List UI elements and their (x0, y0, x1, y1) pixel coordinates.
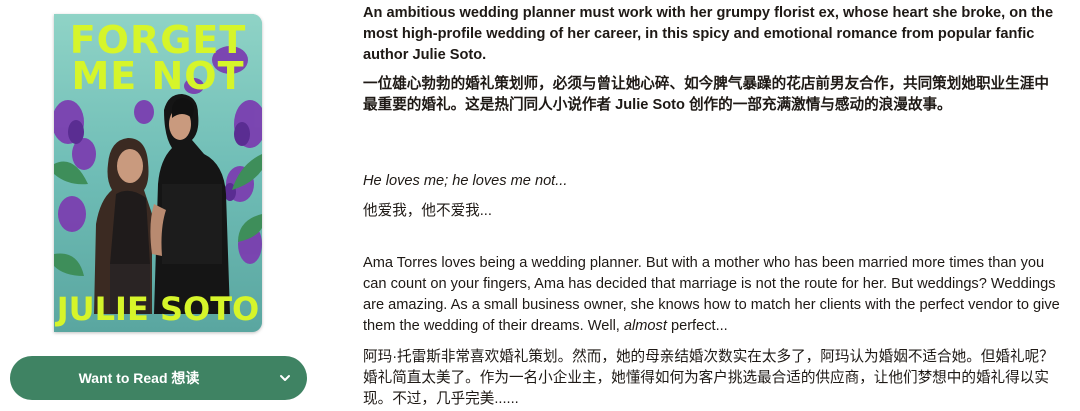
description-body-en: Ama Torres loves being a wedding planner… (363, 253, 1063, 337)
cover-author: JULIE SOTO (56, 290, 260, 328)
description-body-en-part2: perfect... (666, 318, 728, 334)
description-body-zh: 阿玛·托雷斯非常喜欢婚礼策划。然而，她的母亲结婚次数实在太多了，阿玛认为婚姻不适… (363, 349, 1054, 407)
description-tagline-zh: 他爱我，他不爱我... (363, 203, 492, 219)
want-to-read-label: Want to Read 想读 (78, 370, 200, 386)
book-cover[interactable]: FORGET ME NOT JULIE SOTO (54, 14, 262, 332)
description-intro-en: An ambitious wedding planner must work w… (363, 5, 1054, 63)
book-cover-column: FORGET ME NOT JULIE SOTO Want to Read 想读 (0, 0, 320, 411)
want-to-read-button[interactable]: Want to Read 想读 (10, 356, 307, 400)
description-intro-zh: 一位雄心勃勃的婚礼策划师，必须与曾让她心碎、如今脾气暴躁的花店前男友合作，共同策… (363, 76, 1049, 113)
chevron-down-icon[interactable] (277, 370, 293, 386)
cover-title: FORGET ME NOT (69, 18, 247, 98)
description-body-en-emphasis: almost (623, 318, 667, 334)
description-tagline-en: He loves me; he loves me not... (363, 173, 568, 189)
